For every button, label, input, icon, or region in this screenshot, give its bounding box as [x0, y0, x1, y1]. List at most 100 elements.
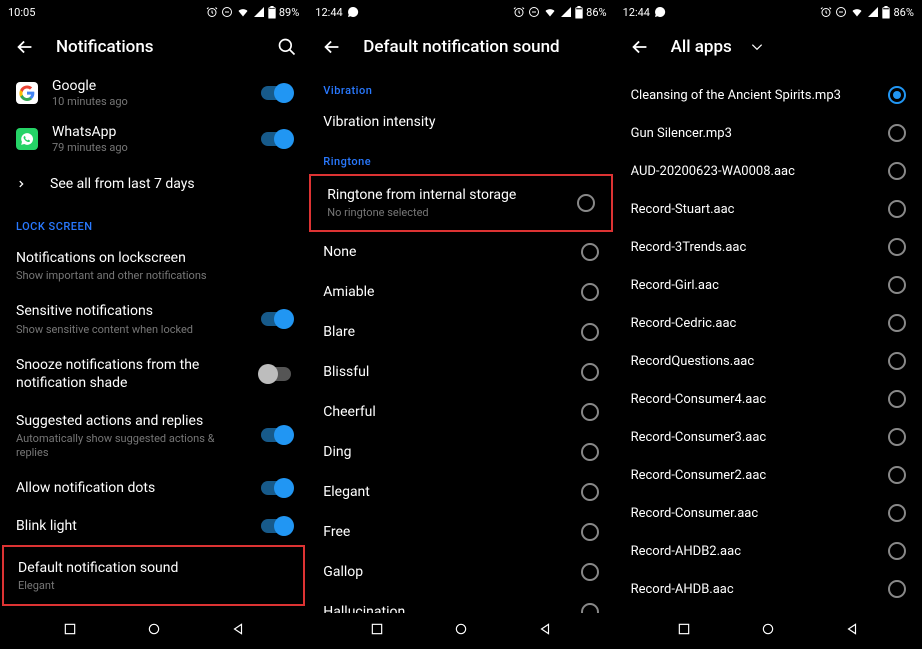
sound-row[interactable]: Blare	[307, 312, 614, 352]
row-snooze[interactable]: Snooze notifications from the notificati…	[0, 346, 307, 402]
radio[interactable]	[577, 194, 595, 212]
radio[interactable]	[888, 580, 906, 598]
panel-default-sound: 12:44 86% Default notification sound Vib…	[307, 0, 614, 649]
radio[interactable]	[581, 603, 599, 613]
nav-back-icon[interactable]	[538, 622, 552, 636]
file-row[interactable]: Record-3Trends.aac	[615, 228, 922, 266]
file-row[interactable]: Record-Girl.aac	[615, 266, 922, 304]
radio[interactable]	[888, 162, 906, 180]
radio[interactable]	[581, 523, 599, 541]
radio[interactable]	[888, 428, 906, 446]
sound-row[interactable]: Blissful	[307, 352, 614, 392]
dropdown-icon[interactable]	[750, 42, 764, 52]
notification-app-google[interactable]: Google10 minutes ago	[0, 70, 307, 116]
toggle[interactable]	[261, 481, 291, 495]
file-label: Gun Silencer.mp3	[631, 126, 876, 141]
toggle[interactable]	[261, 312, 291, 326]
radio[interactable]	[888, 314, 906, 332]
row-sensitive-notifications[interactable]: Sensitive notificationsShow sensitive co…	[0, 292, 307, 345]
radio[interactable]	[888, 542, 906, 560]
radio[interactable]	[888, 390, 906, 408]
row-vibration-intensity[interactable]: Vibration intensity	[307, 103, 614, 141]
status-time: 12:44	[623, 6, 650, 19]
row-blink-light[interactable]: Blink light	[0, 507, 307, 545]
file-row[interactable]: AUD-20200623-WA0008.aac	[615, 152, 922, 190]
radio[interactable]	[888, 200, 906, 218]
label: Ringtone from internal storage	[327, 186, 564, 204]
file-row[interactable]: RecordQuestions.aac	[615, 342, 922, 380]
file-row[interactable]: Record-AHDB.aac	[615, 570, 922, 608]
radio[interactable]	[888, 504, 906, 522]
row-default-sound[interactable]: Default notification soundElegant	[2, 545, 305, 606]
file-row[interactable]: Record-Consumer2.aac	[615, 456, 922, 494]
toggle[interactable]	[261, 367, 291, 381]
sound-row[interactable]: None	[307, 232, 614, 272]
nav-recent-icon[interactable]	[63, 622, 77, 636]
whatsapp-status-icon	[654, 6, 666, 18]
row-ringtone-internal[interactable]: Ringtone from internal storageNo rington…	[309, 174, 612, 231]
section-lockscreen: LOCK SCREEN	[0, 206, 307, 239]
radio[interactable]	[888, 124, 906, 142]
nav-back-icon[interactable]	[231, 622, 245, 636]
search-icon[interactable]	[277, 37, 297, 57]
nav-home-icon[interactable]	[454, 622, 468, 636]
nav-recent-icon[interactable]	[370, 622, 384, 636]
signal-icon	[560, 6, 572, 18]
sound-label: Hallucination	[323, 604, 568, 613]
sound-row[interactable]: Cheerful	[307, 392, 614, 432]
back-arrow-icon[interactable]	[629, 36, 651, 58]
sound-row[interactable]: Amiable	[307, 272, 614, 312]
dnd-icon	[221, 6, 233, 18]
notification-app-whatsapp[interactable]: WhatsApp79 minutes ago	[0, 116, 307, 162]
file-row[interactable]: Record-Cedric.aac	[615, 304, 922, 342]
radio[interactable]	[581, 363, 599, 381]
file-row[interactable]: Cleansing of the Ancient Spirits.mp3	[615, 76, 922, 114]
nav-home-icon[interactable]	[761, 622, 775, 636]
sound-row[interactable]: Hallucination	[307, 592, 614, 613]
radio[interactable]	[581, 323, 599, 341]
radio[interactable]	[888, 276, 906, 294]
sound-label: Ding	[323, 444, 568, 460]
radio[interactable]	[888, 86, 906, 104]
navbar	[615, 613, 922, 649]
sound-row[interactable]: Gallop	[307, 552, 614, 592]
radio[interactable]	[888, 352, 906, 370]
signal-icon	[867, 6, 879, 18]
back-arrow-icon[interactable]	[321, 36, 343, 58]
toggle[interactable]	[261, 132, 291, 146]
file-label: Record-Consumer4.aac	[631, 392, 876, 407]
radio[interactable]	[581, 283, 599, 301]
sub: Automatically show suggested actions & r…	[16, 432, 249, 458]
back-arrow-icon[interactable]	[14, 36, 36, 58]
see-all-row[interactable]: See all from last 7 days	[0, 162, 307, 206]
radio[interactable]	[581, 443, 599, 461]
header: All apps	[615, 24, 922, 70]
google-icon	[16, 82, 38, 104]
nav-home-icon[interactable]	[147, 622, 161, 636]
radio[interactable]	[888, 238, 906, 256]
sound-label: Cheerful	[323, 404, 568, 420]
row-lockscreen-notifications[interactable]: Notifications on lockscreenShow importan…	[0, 239, 307, 292]
row-notification-dots[interactable]: Allow notification dots	[0, 469, 307, 507]
file-row[interactable]: Record-AHDB2.aac	[615, 532, 922, 570]
row-suggested-actions[interactable]: Suggested actions and repliesAutomatical…	[0, 402, 307, 469]
file-row[interactable]: Record-Stuart.aac	[615, 190, 922, 228]
sound-row[interactable]: Ding	[307, 432, 614, 472]
radio[interactable]	[581, 563, 599, 581]
status-time: 12:44	[315, 6, 342, 19]
nav-back-icon[interactable]	[845, 622, 859, 636]
radio[interactable]	[581, 243, 599, 261]
radio[interactable]	[581, 403, 599, 421]
file-row[interactable]: Record-Consumer4.aac	[615, 380, 922, 418]
radio[interactable]	[581, 483, 599, 501]
sound-row[interactable]: Free	[307, 512, 614, 552]
radio[interactable]	[888, 466, 906, 484]
toggle[interactable]	[261, 428, 291, 442]
file-row[interactable]: Record-Consumer3.aac	[615, 418, 922, 456]
file-row[interactable]: Gun Silencer.mp3	[615, 114, 922, 152]
toggle[interactable]	[261, 86, 291, 100]
sound-row[interactable]: Elegant	[307, 472, 614, 512]
nav-recent-icon[interactable]	[677, 622, 691, 636]
toggle[interactable]	[261, 519, 291, 533]
file-row[interactable]: Record-Consumer.aac	[615, 494, 922, 532]
